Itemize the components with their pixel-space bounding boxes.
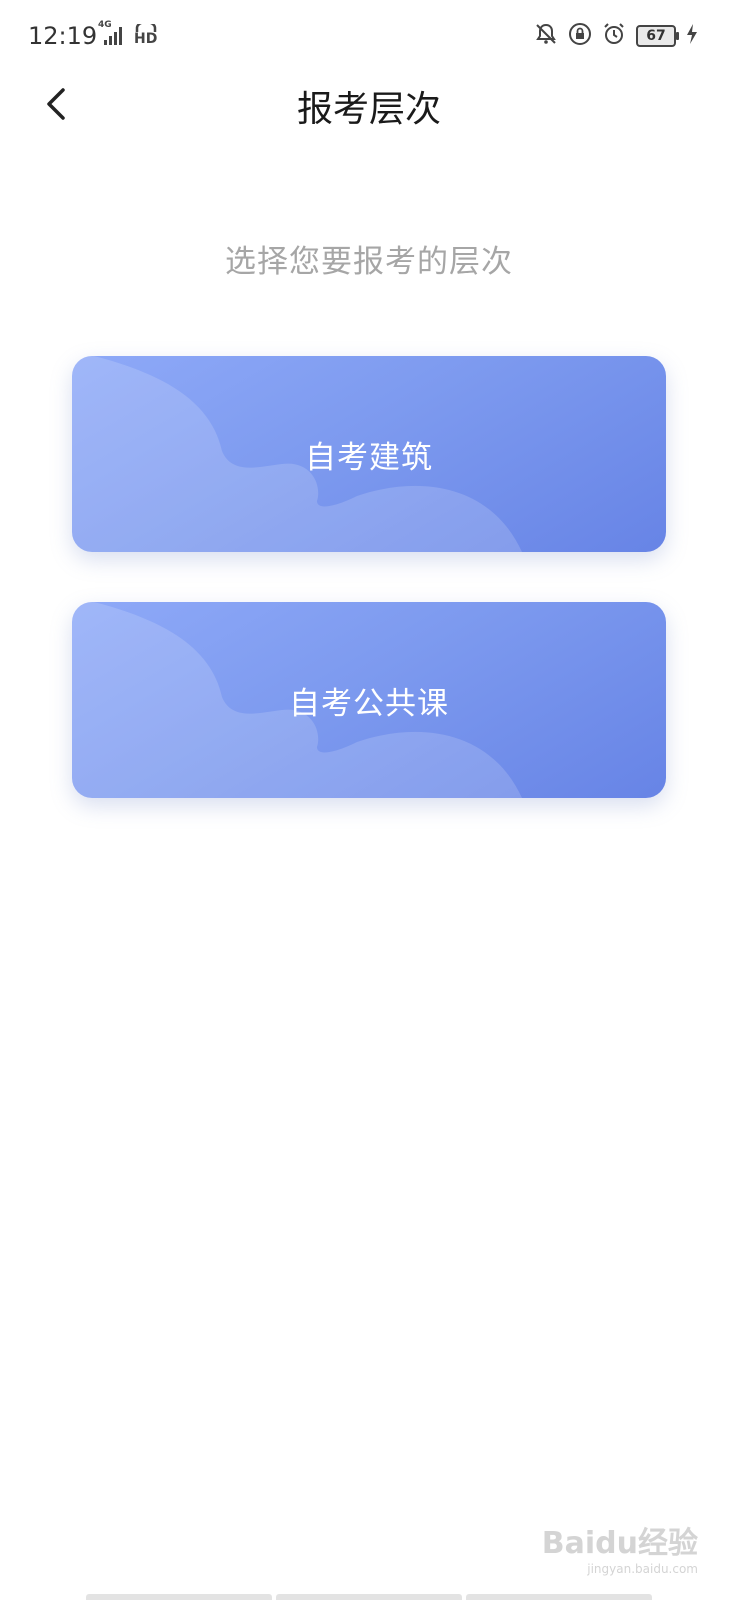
bell-muted-icon	[534, 22, 558, 50]
option-card-public-course[interactable]: 自考公共课	[72, 602, 666, 798]
status-left-icons: 4G HD	[96, 20, 157, 46]
watermark-url: jingyan.baidu.com	[587, 1562, 698, 1576]
bottom-nav-segment	[276, 1594, 462, 1600]
bottom-nav-segment	[86, 1594, 272, 1600]
option-card-architecture[interactable]: 自考建筑	[72, 356, 666, 552]
page-title: 报考层次	[296, 89, 441, 130]
header: 报考层次	[0, 76, 738, 176]
option-label: 自考建筑	[305, 439, 433, 476]
rotation-lock-icon	[568, 22, 592, 50]
bottom-nav-bar	[86, 1594, 652, 1600]
status-right-icons: 67	[534, 22, 698, 50]
network-type-label: 4G	[98, 20, 112, 30]
battery-icon: 67	[636, 25, 679, 47]
hd-icon: HD	[134, 24, 157, 46]
page-subtitle: 选择您要报考的层次	[225, 244, 513, 280]
hd-label: HD	[134, 31, 158, 47]
status-time: 12:19	[28, 22, 98, 50]
status-bar: 12:19 4G HD 67	[0, 0, 738, 76]
option-label: 自考公共课	[289, 685, 449, 722]
watermark-brand: Baidu经验	[541, 1526, 698, 1561]
bottom-nav-segment	[466, 1594, 652, 1600]
alarm-icon	[602, 22, 626, 50]
watermark: Baidu经验 jingyan.baidu.com	[542, 1518, 698, 1576]
signal-icon: 4G	[96, 20, 128, 46]
charging-icon	[686, 23, 698, 49]
